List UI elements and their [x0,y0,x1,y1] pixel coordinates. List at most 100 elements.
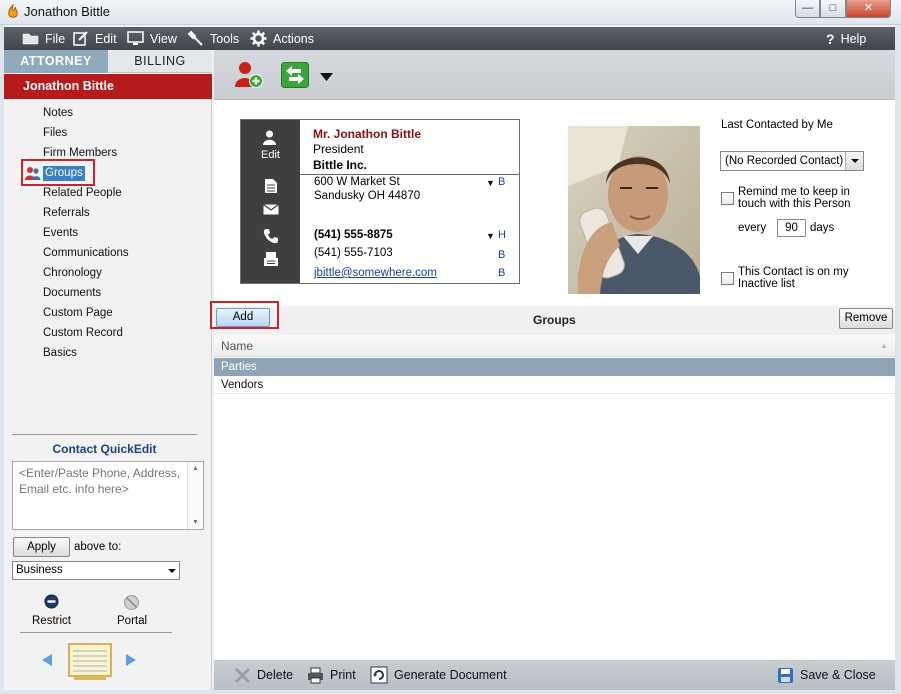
nav-item-communications[interactable]: Communications [43,245,129,261]
groups-people-icon [25,166,41,184]
nav-item-chronology[interactable]: Chronology [43,265,102,281]
last-contacted-label: Last Contacted by Me [721,119,833,131]
wrench-icon [188,30,203,46]
save-close-button[interactable]: Save & Close [777,660,876,690]
edit-icon [73,31,88,46]
generate-document-button[interactable]: Generate Document [370,660,507,690]
chevron-down-icon[interactable] [164,561,180,580]
days-label: days [810,222,835,234]
menu-tools[interactable]: Tools [188,27,239,50]
portal-icon[interactable] [123,594,140,614]
phone-primary-tag[interactable]: H [498,229,506,241]
arrow-left-icon[interactable] [40,652,54,671]
nav-item-files[interactable]: Files [43,125,67,141]
address-document-icon [264,178,278,197]
menu-file[interactable]: File [22,27,65,50]
minimize-button[interactable]: — [795,0,820,18]
scroll-up-icon[interactable]: ▲ [192,465,199,472]
question-icon: ? [826,30,835,47]
chevron-down-icon[interactable] [845,152,863,170]
nav-item-custom-page[interactable]: Custom Page [43,305,113,321]
column-header-name[interactable]: Name [221,339,253,353]
phone-secondary-tag[interactable]: B [498,249,505,261]
apply-button[interactable]: Apply [13,537,70,557]
envelope-icon [263,204,279,218]
close-icon: ✕ [863,2,874,14]
title-bar[interactable] [0,0,901,25]
toolbar-dropdown-icon[interactable] [320,70,333,84]
nav-item-basics[interactable]: Basics [43,345,77,361]
phone-dropdown-icon[interactable]: ▼ [486,231,495,241]
quickedit-title: Contact QuickEdit [52,442,157,456]
print-button[interactable]: Print [307,660,356,690]
transfer-arrows-icon[interactable] [281,62,309,91]
delete-button[interactable]: Delete [234,660,293,690]
above-to-label: above to: [74,541,122,553]
nav-item-documents[interactable]: Documents [43,285,101,301]
menu-help[interactable]: ? Help [826,27,866,50]
card-company: Bittle Inc. [313,158,368,172]
table-row[interactable]: Parties [214,358,895,376]
quickedit-divider [12,434,197,435]
address-dropdown-icon[interactable]: ▼ [486,178,495,188]
portal-label[interactable]: Portal [117,615,147,627]
arrow-right-icon[interactable] [124,652,138,671]
remove-group-button[interactable]: Remove [839,308,893,329]
app-flame-icon [6,3,20,20]
remind-days-input[interactable]: 90 [777,219,806,237]
tab-billing[interactable]: BILLING [108,50,212,73]
close-button[interactable]: ✕ [846,0,891,18]
menu-edit[interactable]: Edit [73,27,117,50]
left-bottom-divider [20,632,172,633]
main-toolbar [214,50,895,100]
menu-view[interactable]: View [127,27,177,50]
maximize-button[interactable]: □ [820,0,846,18]
nav-item-referrals[interactable]: Referrals [43,205,90,221]
edit-person-icon[interactable] [262,130,277,148]
nav-item-events[interactable]: Events [43,225,78,241]
delete-x-icon [234,667,251,683]
restrict-icon[interactable] [44,594,59,612]
phone-icon [263,228,279,247]
inactive-checkbox[interactable] [721,272,734,285]
contact-photo[interactable] [568,126,700,294]
nav-item-related-people[interactable]: Related People [43,185,122,201]
table-row[interactable]: Vendors [214,376,895,394]
quickedit-input[interactable] [12,461,204,530]
fax-icon [263,251,279,270]
last-contacted-select[interactable]: (No Recorded Contact) [720,151,864,171]
target-select[interactable]: Business [12,561,180,580]
card-edit-button[interactable]: Edit [241,149,300,161]
window-frame-bottom [0,690,901,694]
card-email-link[interactable]: jbittle@somewhere.com [314,267,437,279]
card-phone-primary: (541) 555-8875 [314,229,393,241]
nav-item-groups[interactable]: Groups [43,166,85,181]
tab-attorney[interactable]: ATTORNEY [4,50,108,73]
scroll-down-icon[interactable]: ▼ [192,519,199,526]
note-card-icon[interactable] [66,640,114,685]
groups-list-header[interactable] [214,335,895,357]
inactive-label: This Contact is on my Inactive list [738,266,849,290]
restrict-label[interactable]: Restrict [32,615,71,627]
address-type-tag[interactable]: B [498,176,505,188]
window-frame-right [895,25,901,694]
contact-name-header: Jonathon Bittle [4,74,212,99]
quickedit-scrollbar[interactable]: ▲ ▼ [187,462,203,529]
card-address-line2: Sandusky OH 44870 [314,190,421,202]
generate-document-icon [370,666,388,684]
nav-item-notes[interactable]: Notes [43,105,73,121]
add-person-icon[interactable] [234,61,264,92]
add-group-button[interactable]: Add [216,308,270,327]
remind-label: Remind me to keep in touch with this Per… [738,186,851,210]
monitor-icon [127,31,144,45]
email-type-tag[interactable]: B [498,267,505,279]
printer-icon [308,667,323,683]
card-phone-secondary: (541) 555-7103 [314,247,393,259]
nav-item-custom-record[interactable]: Custom Record [43,325,123,341]
maximize-icon: □ [829,2,837,14]
sort-arrow-icon[interactable]: ▲ [880,341,888,350]
card-address-line1: 600 W Market St [314,176,400,188]
remind-checkbox[interactable] [721,192,734,205]
card-job-title: President [313,142,364,156]
menu-actions[interactable]: Actions [250,27,314,50]
